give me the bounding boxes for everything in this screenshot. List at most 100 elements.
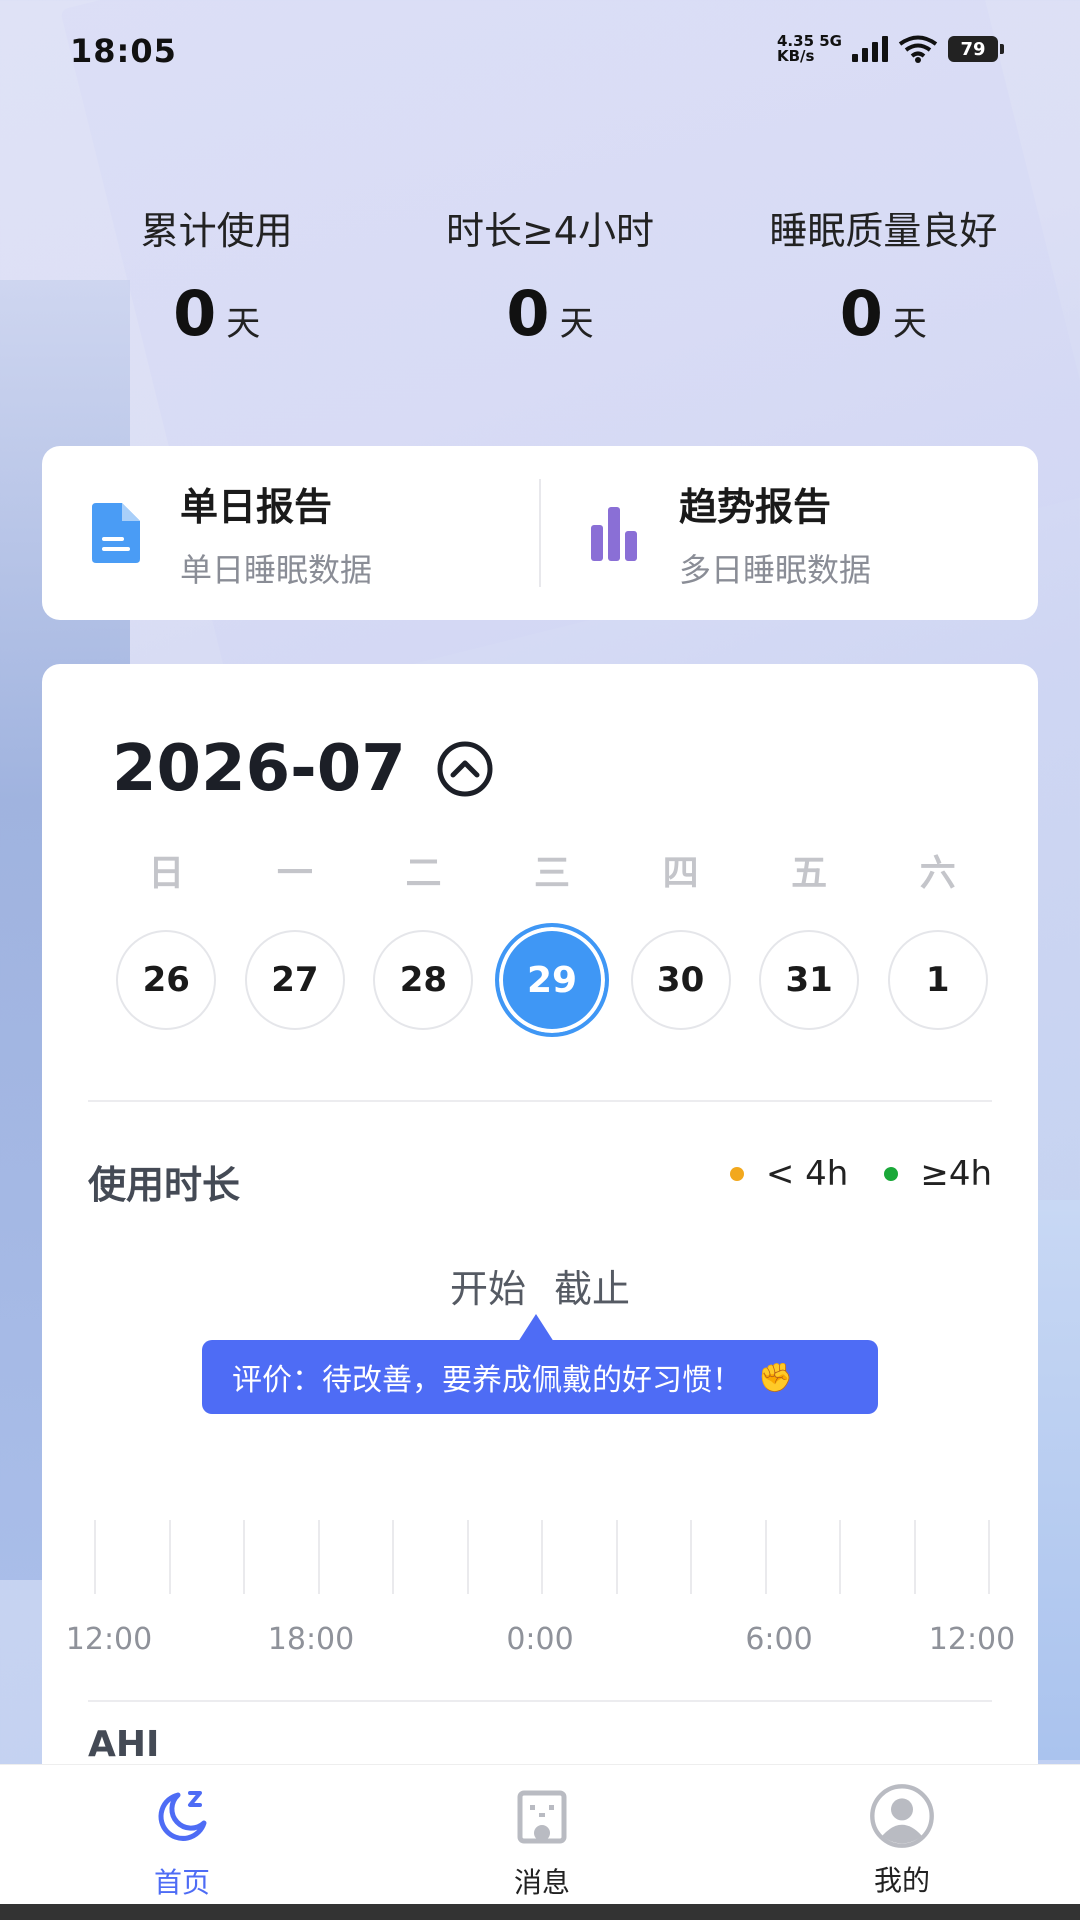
timeline-gridline xyxy=(94,1520,96,1594)
timeline-labels: 12:00 18:00 0:00 6:00 12:00 xyxy=(42,1622,1038,1662)
usage-stats: 累计使用 0天 时长≥4小时 0天 睡眠质量良好 0天 xyxy=(0,200,1080,350)
trend-report-subtitle: 多日睡眠数据 xyxy=(679,550,872,589)
moon-sleep-icon xyxy=(158,1791,207,1841)
timeline-gridline xyxy=(988,1520,990,1594)
timeline-gridline xyxy=(318,1520,320,1594)
weekday-row: 日 一 二 三 四 五 六 xyxy=(102,844,1002,896)
date-row: 26 27 28 29 30 31 1 xyxy=(102,923,1002,1037)
document-icon xyxy=(92,503,140,563)
stat-unit: 天 xyxy=(226,304,261,344)
daily-report-subtitle: 单日睡眠数据 xyxy=(180,550,373,589)
signal-icon xyxy=(852,36,888,62)
timeline-gridline xyxy=(914,1520,916,1594)
timeline-gridline xyxy=(243,1520,245,1594)
date-cell[interactable]: 28 xyxy=(373,930,474,1030)
date-cell[interactable]: 30 xyxy=(630,930,731,1030)
date-cell[interactable]: 1 xyxy=(887,930,988,1030)
collapse-toggle-icon[interactable] xyxy=(436,740,494,798)
timeline-gridline xyxy=(690,1520,692,1594)
evaluation-tooltip: 评价：待改善，要养成佩戴的好习惯！ ✊ xyxy=(202,1314,878,1414)
battery-icon: 79 xyxy=(948,36,1004,62)
system-nav-bar xyxy=(0,1904,1080,1920)
timeline-gridline xyxy=(541,1520,543,1594)
weekday-label: 三 xyxy=(534,853,571,894)
stat-value: 0 xyxy=(506,277,550,350)
report-card: 单日报告 单日睡眠数据 趋势报告 多日睡眠数据 xyxy=(42,446,1038,620)
nav-messages[interactable]: 消息 xyxy=(462,1765,622,1905)
timeline-label: 6:00 xyxy=(745,1622,813,1657)
legend-dot-under-4h xyxy=(729,1167,744,1181)
nav-mine-label: 我的 xyxy=(873,1864,930,1897)
date-cell[interactable]: 26 xyxy=(116,930,217,1030)
bar-chart-icon xyxy=(591,507,637,561)
timeline-gridline xyxy=(839,1520,841,1594)
network-type: 5G xyxy=(819,32,842,50)
timeline-gridline xyxy=(169,1520,171,1594)
stat-label: 累计使用 xyxy=(140,209,293,253)
legend-label: < 4h xyxy=(765,1154,849,1194)
stat-value: 0 xyxy=(839,277,883,350)
section-divider xyxy=(88,1100,992,1102)
stat-label: 睡眠质量良好 xyxy=(769,209,998,253)
weekday-label: 六 xyxy=(919,853,956,894)
evaluation-box: 评价：待改善，要养成佩戴的好习惯！ ✊ xyxy=(202,1340,878,1414)
stat-good-sleep: 睡眠质量良好 0天 xyxy=(717,200,1080,350)
date-cell[interactable]: 27 xyxy=(244,930,345,1030)
ahi-title: AHI xyxy=(88,1724,160,1765)
timeline-gridline xyxy=(392,1520,394,1594)
stat-total-usage: 累计使用 0天 xyxy=(0,200,383,350)
net-speed-unit: KB/s xyxy=(777,47,815,65)
nav-home[interactable]: 首页 xyxy=(102,1765,262,1905)
weekday-label: 五 xyxy=(791,853,828,894)
wifi-icon xyxy=(898,35,938,63)
weekday-label: 日 xyxy=(148,853,185,894)
nav-mine[interactable]: 我的 xyxy=(822,1765,982,1905)
legend-label: ≥4h xyxy=(920,1154,992,1194)
usage-timeline xyxy=(94,1520,990,1594)
date-cell[interactable]: 31 xyxy=(759,930,860,1030)
trend-report-button[interactable]: 趋势报告 多日睡眠数据 xyxy=(541,446,1038,620)
status-bar: 18:05 4.35 5G KB/s 79 xyxy=(0,0,1080,100)
timeline-label: 0:00 xyxy=(506,1622,574,1657)
date-cell-selected[interactable]: 29 xyxy=(495,923,610,1037)
timeline-gridline xyxy=(616,1520,618,1594)
section-divider xyxy=(88,1700,992,1702)
stat-unit: 天 xyxy=(892,304,927,344)
stat-over-4h: 时长≥4小时 0天 xyxy=(383,200,716,350)
daily-report-button[interactable]: 单日报告 单日睡眠数据 xyxy=(42,446,539,620)
message-icon xyxy=(517,1790,567,1844)
status-time: 18:05 xyxy=(70,32,177,70)
nav-messages-label: 消息 xyxy=(513,1866,570,1899)
battery-level: 79 xyxy=(948,36,998,62)
stat-unit: 天 xyxy=(559,304,594,344)
status-indicators: 4.35 5G KB/s 79 xyxy=(777,34,1004,64)
weekday-label: 一 xyxy=(276,853,313,894)
start-end-label: 开始 截止 xyxy=(449,1267,631,1311)
timeline-label: 12:00 xyxy=(928,1622,1016,1657)
stat-label: 时长≥4小时 xyxy=(445,209,654,253)
legend-over-4h: ≥4h xyxy=(884,1154,992,1194)
timeline-gridline xyxy=(467,1520,469,1594)
nav-home-label: 首页 xyxy=(153,1866,210,1899)
timeline-label: 18:00 xyxy=(267,1622,355,1657)
weekday-label: 二 xyxy=(405,853,442,894)
fist-icon: ✊ xyxy=(758,1360,793,1394)
usage-legend: < 4h ≥4h xyxy=(694,1154,992,1194)
trend-report-title: 趋势报告 xyxy=(679,484,832,529)
bottom-nav: 首页 消息 我的 xyxy=(0,1764,1080,1904)
stat-value: 0 xyxy=(173,277,217,350)
calendar-card: 2026-07 日 一 二 三 四 五 六 26 27 28 29 30 31 … xyxy=(42,664,1038,1784)
user-avatar-icon xyxy=(870,1784,934,1848)
usage-duration-title: 使用时长 xyxy=(88,1163,241,1207)
daily-report-title: 单日报告 xyxy=(180,484,333,529)
net-speed: 4.35 5G KB/s xyxy=(777,34,842,64)
weekday-label: 四 xyxy=(662,853,699,894)
month-title: 2026-07 xyxy=(112,732,406,806)
timeline-gridline xyxy=(765,1520,767,1594)
timeline-label: 12:00 xyxy=(65,1622,153,1657)
tooltip-arrow xyxy=(518,1314,554,1342)
legend-dot-over-4h xyxy=(884,1167,899,1181)
month-header: 2026-07 xyxy=(112,732,494,806)
legend-under-4h: < 4h xyxy=(729,1154,849,1194)
evaluation-text: 评价：待改善，要养成佩戴的好习惯！ xyxy=(232,1363,742,1398)
